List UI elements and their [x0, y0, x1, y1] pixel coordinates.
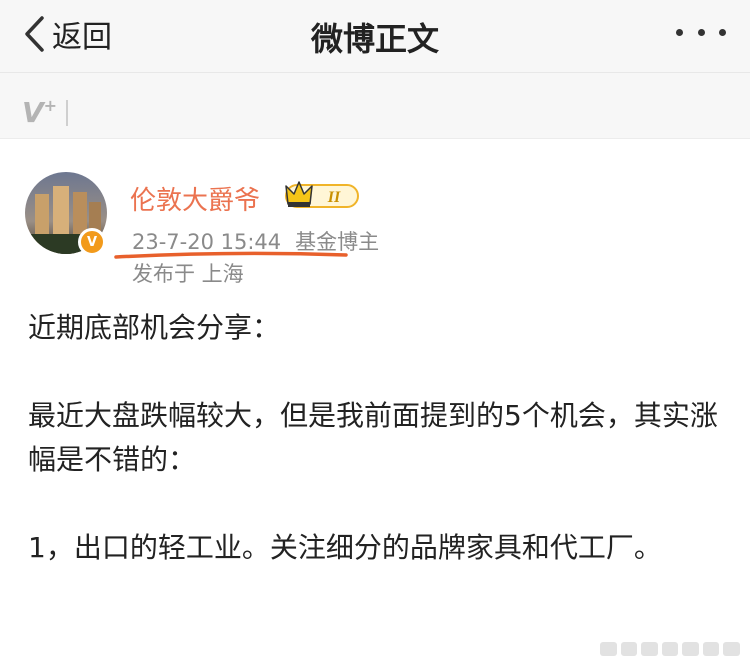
vip-level: II	[327, 189, 341, 206]
watermark-logo: V+	[22, 96, 58, 129]
text-cursor	[66, 100, 68, 126]
vip-badge[interactable]: II	[284, 180, 360, 210]
page-title: 微博正文	[310, 20, 439, 58]
verified-icon: V	[78, 228, 106, 256]
more-dots-icon	[676, 28, 683, 36]
post-paragraph: 1，出口的轻工业。关注细分的品牌家具和代工厂。	[28, 531, 662, 564]
post-location: 发布于 上海	[132, 262, 244, 286]
top-nav-bar: 返回 微博正文	[0, 0, 750, 72]
username[interactable]: 伦敦大爵爷	[130, 180, 260, 217]
post-paragraph: 最近大盘跌幅较大，但是我前面提到的5个机会，其实涨幅是不错的：	[28, 399, 718, 476]
more-button[interactable]	[676, 22, 726, 42]
bottom-watermark	[600, 642, 741, 656]
watermark-strip	[0, 72, 750, 138]
post-paragraph: 近期底部机会分享：	[28, 311, 281, 344]
post-content: 近期底部机会分享： 最近大盘跌幅较大，但是我前面提到的5个机会，其实涨幅是不错的…	[28, 306, 728, 570]
